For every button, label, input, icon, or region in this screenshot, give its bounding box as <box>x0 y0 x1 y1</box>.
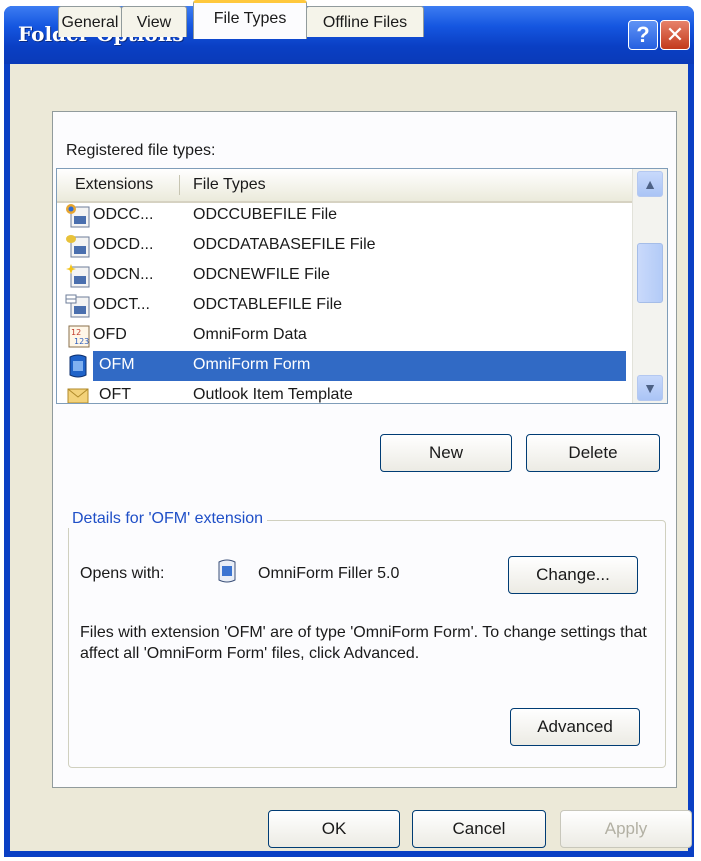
selection-highlight <box>93 351 626 381</box>
svg-text:123: 123 <box>74 337 89 346</box>
extension-cell: ODCN... <box>93 266 154 283</box>
list-item[interactable]: ODCT... ODCTABLEFILE File <box>57 291 633 321</box>
extension-cell: OFT <box>99 386 131 403</box>
outlook-template-icon <box>67 388 89 403</box>
ok-button[interactable]: OK <box>268 810 400 848</box>
scroll-up-button[interactable]: ▲ <box>637 171 663 197</box>
chevron-down-icon: ▼ <box>643 380 657 396</box>
odc-database-file-icon <box>66 235 90 258</box>
scroll-down-button[interactable]: ▼ <box>637 375 663 401</box>
opens-with-label: Opens with: <box>80 565 165 582</box>
tab-offline-files[interactable]: Offline Files <box>306 6 424 37</box>
file-type-cell: OmniForm Data <box>193 326 307 343</box>
extension-cell: ODCD... <box>93 236 154 253</box>
tab-label: File Types <box>213 10 287 27</box>
file-type-cell: Outlook Item Template <box>193 386 353 403</box>
new-button[interactable]: New <box>380 434 512 472</box>
list-item-selected[interactable]: OFM OmniForm Form <box>57 351 633 381</box>
list-scrollbar[interactable]: ▲ ▼ <box>632 169 667 403</box>
column-header-file-types[interactable]: File Types <box>193 176 266 194</box>
tab-label: View <box>136 14 172 31</box>
chevron-up-icon: ▲ <box>643 176 657 192</box>
omniform-data-icon: 12 123 <box>68 325 90 348</box>
extension-cell: OFD <box>93 326 127 343</box>
list-header: Extensions File Types <box>57 169 633 203</box>
tab-label: General <box>61 14 119 31</box>
file-type-cell: ODCDATABASEFILE File <box>193 236 376 253</box>
list-item[interactable]: ODCN... ODCNEWFILE File <box>57 261 633 291</box>
odc-table-file-icon <box>65 294 90 318</box>
help-button[interactable]: ? <box>628 20 658 50</box>
scrollbar-thumb[interactable] <box>637 243 663 303</box>
extension-cell: ODCC... <box>93 206 154 223</box>
odc-cube-file-icon <box>66 204 90 228</box>
apply-button[interactable]: Apply <box>560 810 692 848</box>
tab-label: Offline Files <box>322 14 408 31</box>
file-types-list[interactable]: Extensions File Types ODCC... ODCCUBEFIL… <box>56 168 668 404</box>
tab-view[interactable]: View <box>121 6 187 37</box>
file-type-cell: ODCNEWFILE File <box>193 266 330 283</box>
tab-file-types[interactable]: File Types <box>193 0 307 39</box>
advanced-button[interactable]: Advanced <box>510 708 640 746</box>
column-divider[interactable] <box>179 175 180 195</box>
list-item[interactable]: ODCC... ODCCUBEFILE File <box>57 201 633 231</box>
details-description: Files with extension 'OFM' are of type '… <box>80 624 647 662</box>
list-item[interactable]: OFT Outlook Item Template <box>57 381 633 403</box>
delete-button[interactable]: Delete <box>526 434 660 472</box>
file-type-cell: ODCCUBEFILE File <box>193 206 338 223</box>
cancel-button[interactable]: Cancel <box>412 810 546 848</box>
svg-text:12: 12 <box>71 328 81 337</box>
odc-new-file-icon <box>66 264 90 288</box>
file-type-cell: ODCTABLEFILE File <box>193 296 343 313</box>
registered-file-types-label: Registered file types: <box>66 142 216 159</box>
details-title: Details for 'OFM' extension <box>68 510 268 528</box>
extension-cell: ODCT... <box>93 296 150 313</box>
column-header-extensions[interactable]: Extensions <box>75 176 153 194</box>
omniform-filler-app-icon <box>218 559 236 583</box>
list-item[interactable]: 12 123 OFD OmniForm Data <box>57 321 633 351</box>
opens-with-app: OmniForm Filler 5.0 <box>258 565 400 582</box>
question-mark-icon: ? <box>636 22 650 47</box>
tab-general[interactable]: General <box>58 6 122 37</box>
change-button[interactable]: Change... <box>508 556 638 594</box>
file-type-cell: OmniForm Form <box>193 356 311 373</box>
list-item[interactable]: ODCD... ODCDATABASEFILE File <box>57 231 633 261</box>
omniform-form-icon <box>69 354 87 378</box>
close-button[interactable]: ✕ <box>660 20 690 50</box>
extension-cell: OFM <box>99 356 135 373</box>
close-icon: ✕ <box>665 22 685 48</box>
